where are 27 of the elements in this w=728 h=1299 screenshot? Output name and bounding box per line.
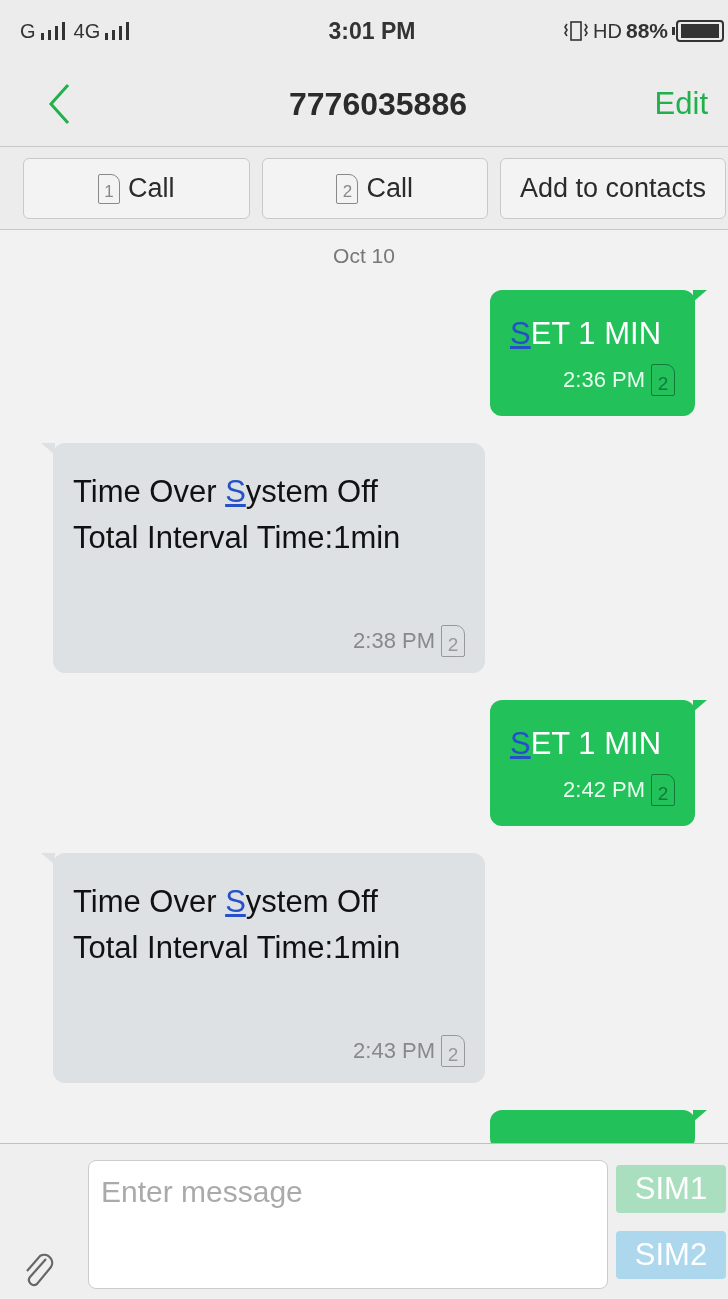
message-time: 2:36 PM: [563, 367, 645, 393]
date-label: Oct 10: [332, 244, 396, 268]
battery-percent: 88%: [625, 19, 668, 43]
message-text: Time Over System Off Total Interval Time:1min: [73, 883, 402, 967]
call-button[interactable]: 2 Call: [261, 158, 488, 219]
network-label: G: [20, 19, 36, 43]
sim-icon: 2: [441, 625, 465, 657]
battery-icon: [672, 19, 724, 43]
sim-icon: 2: [336, 173, 359, 204]
network-label: 4G: [73, 19, 101, 43]
sim-icon: 1: [98, 173, 120, 204]
message-text: SET 1 MIN: [510, 315, 663, 353]
message-field[interactable]: Enter message: [88, 1160, 608, 1289]
clock: 3:01 PM: [328, 17, 416, 45]
sim-icon: 2: [651, 774, 675, 806]
vibrate-icon: [563, 20, 590, 42]
contact-number: 7776035886: [289, 85, 467, 123]
add-contact-button[interactable]: Add to contacts: [500, 158, 726, 219]
message-time: 2:42 PM: [563, 777, 645, 803]
call-button[interactable]: 1 Call: [23, 158, 250, 219]
sim-icon: 2: [651, 364, 675, 396]
sim-icon: 2: [441, 1035, 465, 1067]
hd-label: HD: [593, 19, 622, 43]
message-text: SET 1 MIN: [510, 725, 663, 763]
message-time: 2:38 PM: [353, 628, 435, 654]
message-time: 2:43 PM: [353, 1038, 435, 1064]
message-text: Time Over System Off Total Interval Time:1min: [73, 473, 402, 557]
